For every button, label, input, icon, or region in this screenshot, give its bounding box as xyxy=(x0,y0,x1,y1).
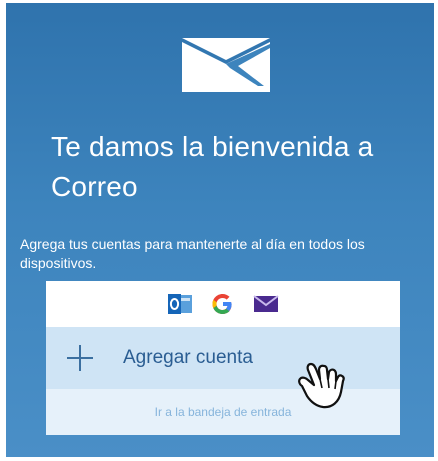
hand-cursor-icon xyxy=(298,362,345,409)
plus-icon xyxy=(67,345,93,371)
welcome-title: Te damos la bienvenida a Correo xyxy=(51,131,374,202)
screenshot-frame: Te damos la bienvenida a Correo Agrega t… xyxy=(0,0,438,461)
outlook-icon xyxy=(168,294,192,314)
mail-app-logo-icon xyxy=(182,38,270,92)
google-icon xyxy=(212,294,232,314)
welcome-subtitle: Agrega tus cuentas para mantenerte al dí… xyxy=(20,236,365,271)
add-account-label: Agregar cuenta xyxy=(123,347,253,368)
mail-icon xyxy=(253,295,279,312)
provider-icons-row xyxy=(46,281,400,327)
